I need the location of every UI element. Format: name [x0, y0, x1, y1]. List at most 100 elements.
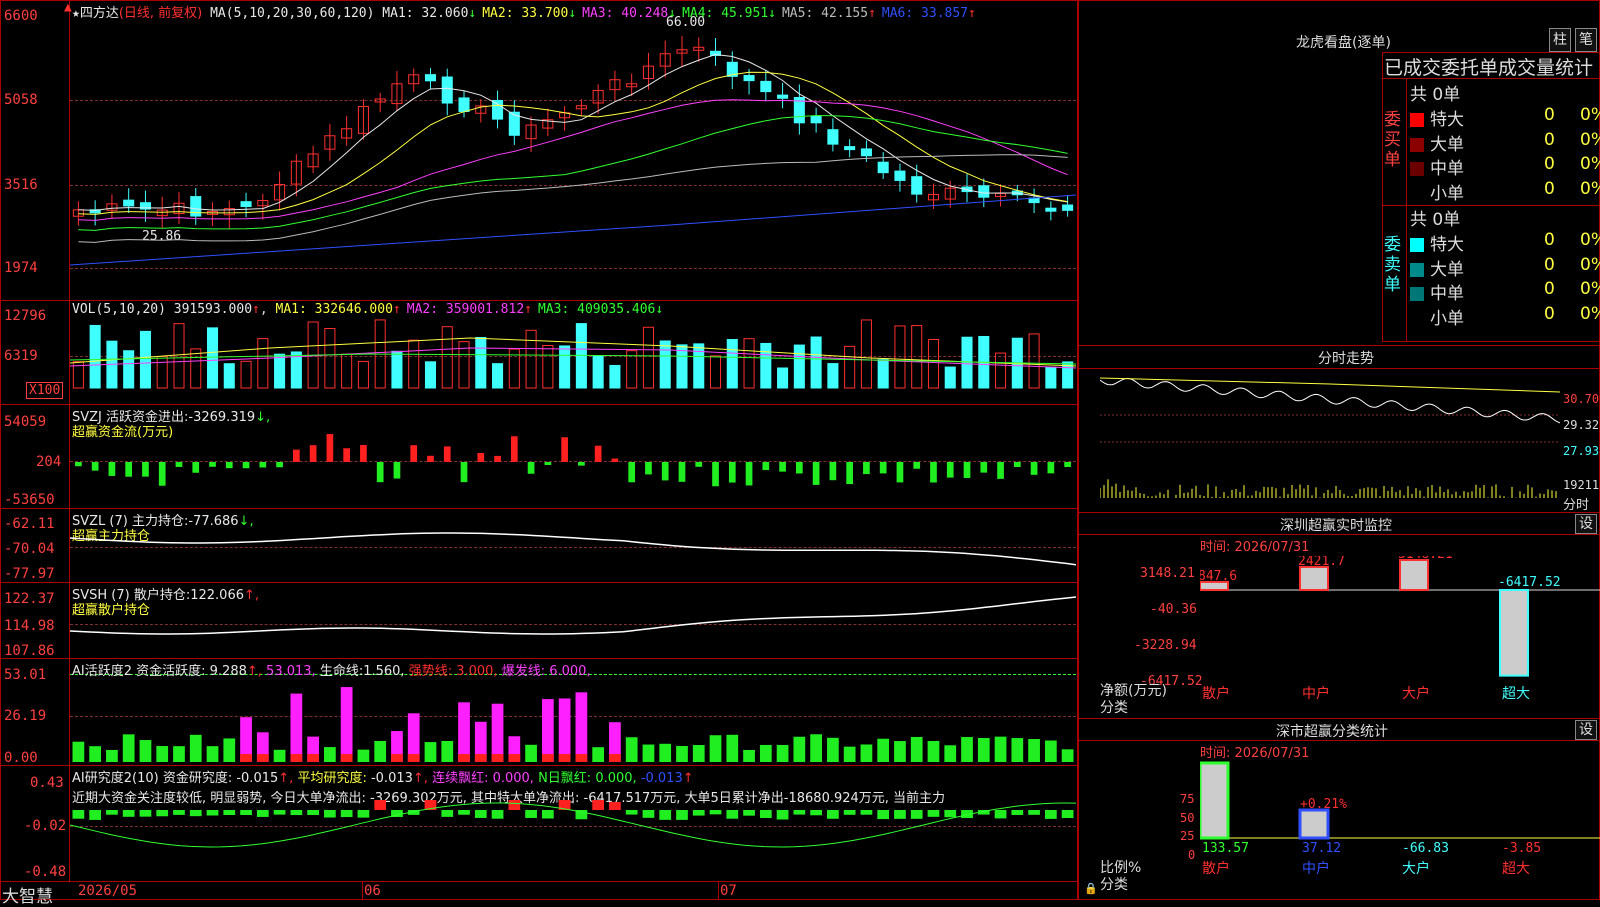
activity-bar: [525, 744, 537, 762]
svzj-axis-0: 54059: [4, 414, 47, 430]
svzl-axis-2: -77.97: [4, 566, 55, 582]
activity-bar: [860, 744, 873, 762]
volume-chart[interactable]: [70, 318, 1076, 404]
order-count: 0: [1544, 154, 1555, 174]
timeshare-chart[interactable]: [1100, 370, 1560, 510]
order-count: 0: [1544, 105, 1555, 125]
research-bar: [106, 810, 118, 815]
candle: [123, 199, 135, 207]
flow-bar: [292, 449, 300, 462]
ai2-cont-label: 连续飘红: 0.000,: [432, 771, 534, 786]
svsh-chart[interactable]: [70, 596, 1076, 656]
order-row-2: 大单 0 0%: [1410, 130, 1600, 155]
research-bar: [692, 810, 705, 816]
volume-bar: [961, 336, 973, 389]
flow-bar: [896, 462, 904, 483]
research-bar: [927, 810, 940, 817]
bi-toggle-button[interactable]: 笔: [1575, 28, 1597, 52]
sz-class-chart[interactable]: 133.57 散户 37.12 中户 -66.83 大户 -3.85 超大 +0.21%: [1200, 760, 1600, 900]
sz-monitor-settings-button[interactable]: 设: [1575, 514, 1597, 534]
activity-bar: [72, 741, 85, 762]
sz-monitor-title: 深圳超赢实时监控: [1280, 518, 1392, 534]
research-bar: [743, 810, 755, 816]
research-bar: [324, 810, 336, 818]
flow-bar: [712, 462, 719, 487]
research-bar: [189, 810, 202, 817]
order-swatch: [1410, 262, 1424, 277]
flow-bar: [930, 462, 937, 483]
flow-bar: [946, 462, 954, 478]
research-bar: [340, 810, 353, 818]
activity-bar: [810, 734, 822, 762]
candle: [844, 146, 856, 151]
flow-bar: [125, 462, 133, 477]
activity-bar-base: [508, 754, 521, 762]
research-bar: [525, 810, 537, 818]
ai1-chart[interactable]: [70, 674, 1076, 764]
order-percent: 0%: [1580, 230, 1600, 250]
lhb-title: 龙虎看盘(逐单): [1296, 35, 1391, 51]
activity-bar-base: [340, 754, 353, 762]
sz-class-category: 中户: [1302, 860, 1330, 877]
activity-bar: [206, 746, 219, 762]
sz-class-value: 133.57: [1202, 841, 1249, 856]
price-axis-1: 5058: [4, 92, 38, 108]
vol-value: 391593.000: [173, 302, 253, 317]
ai1-axis-1: 26.19: [4, 708, 47, 724]
research-bar: [256, 810, 269, 817]
volume-bar: [525, 329, 537, 389]
activity-bar: [324, 747, 336, 762]
zhu-toggle-button[interactable]: 柱: [1549, 28, 1571, 52]
activity-bar: [273, 749, 286, 762]
volume-bar: [844, 345, 856, 389]
flow-bar: [795, 462, 803, 474]
volume-bar: [274, 353, 286, 389]
research-bar: [592, 800, 605, 810]
flow-bar: [393, 462, 401, 479]
candle: [760, 80, 772, 93]
activity-bar: [458, 702, 470, 762]
flow-bar: [326, 434, 334, 462]
sz-monitor-value: 3148.21: [1398, 556, 1453, 562]
stock-name: 四方达: [79, 6, 119, 21]
svzl-chart[interactable]: [70, 520, 1076, 580]
activity-bar-base: [458, 754, 470, 762]
research-bar: [474, 810, 487, 818]
ai2-chart[interactable]: [70, 800, 1076, 880]
activity-bar-base: [290, 754, 303, 762]
activity-bar: [659, 743, 672, 762]
research-bar: [541, 810, 554, 819]
ai1-axis-2: 0.00: [4, 750, 38, 766]
candle: [458, 97, 470, 113]
svsh-axis-1: 114.98: [4, 618, 55, 634]
sz-monitor-value: -6417.52: [1498, 575, 1561, 590]
sz-class-value: 37.12: [1302, 841, 1341, 856]
sz-monitor-bar: [1299, 565, 1329, 591]
price-axis-3: 1974: [4, 260, 38, 276]
flow-bar: [645, 462, 652, 475]
svzj-chart[interactable]: [70, 434, 1076, 504]
flow-bar: [225, 462, 233, 469]
volume-bar: [123, 350, 135, 389]
candlestick-chart[interactable]: [70, 20, 1076, 300]
ma-item-5: MA5: 42.155↑: [781, 6, 876, 21]
research-bar: [89, 810, 102, 820]
activity-bar-base: [407, 754, 420, 762]
sz-class-settings-button[interactable]: 设: [1575, 720, 1597, 740]
research-bar: [709, 810, 722, 815]
flow-bar: [460, 462, 468, 483]
ts-avg-line: [1100, 377, 1560, 393]
order-label: 特大: [1430, 110, 1464, 130]
price-axis-0: 6600: [4, 8, 38, 24]
svsh-line: [70, 596, 1076, 635]
research-bar: [1061, 810, 1074, 819]
activity-bar-base: [307, 754, 319, 762]
sz-monitor-chart[interactable]: 847.6 散户 2421.7 中户 3148.21 大户 -6417.52 超大: [1200, 556, 1600, 720]
flow-bar: [376, 462, 384, 483]
volume-bar: [408, 339, 420, 389]
volume-bar: [927, 338, 940, 389]
order-swatch: [1410, 312, 1424, 326]
sz-class-cat-label: 分类: [1100, 877, 1128, 893]
ma-item-3: MA3: 409035.406↓: [537, 302, 664, 317]
volume-bar: [709, 355, 722, 389]
